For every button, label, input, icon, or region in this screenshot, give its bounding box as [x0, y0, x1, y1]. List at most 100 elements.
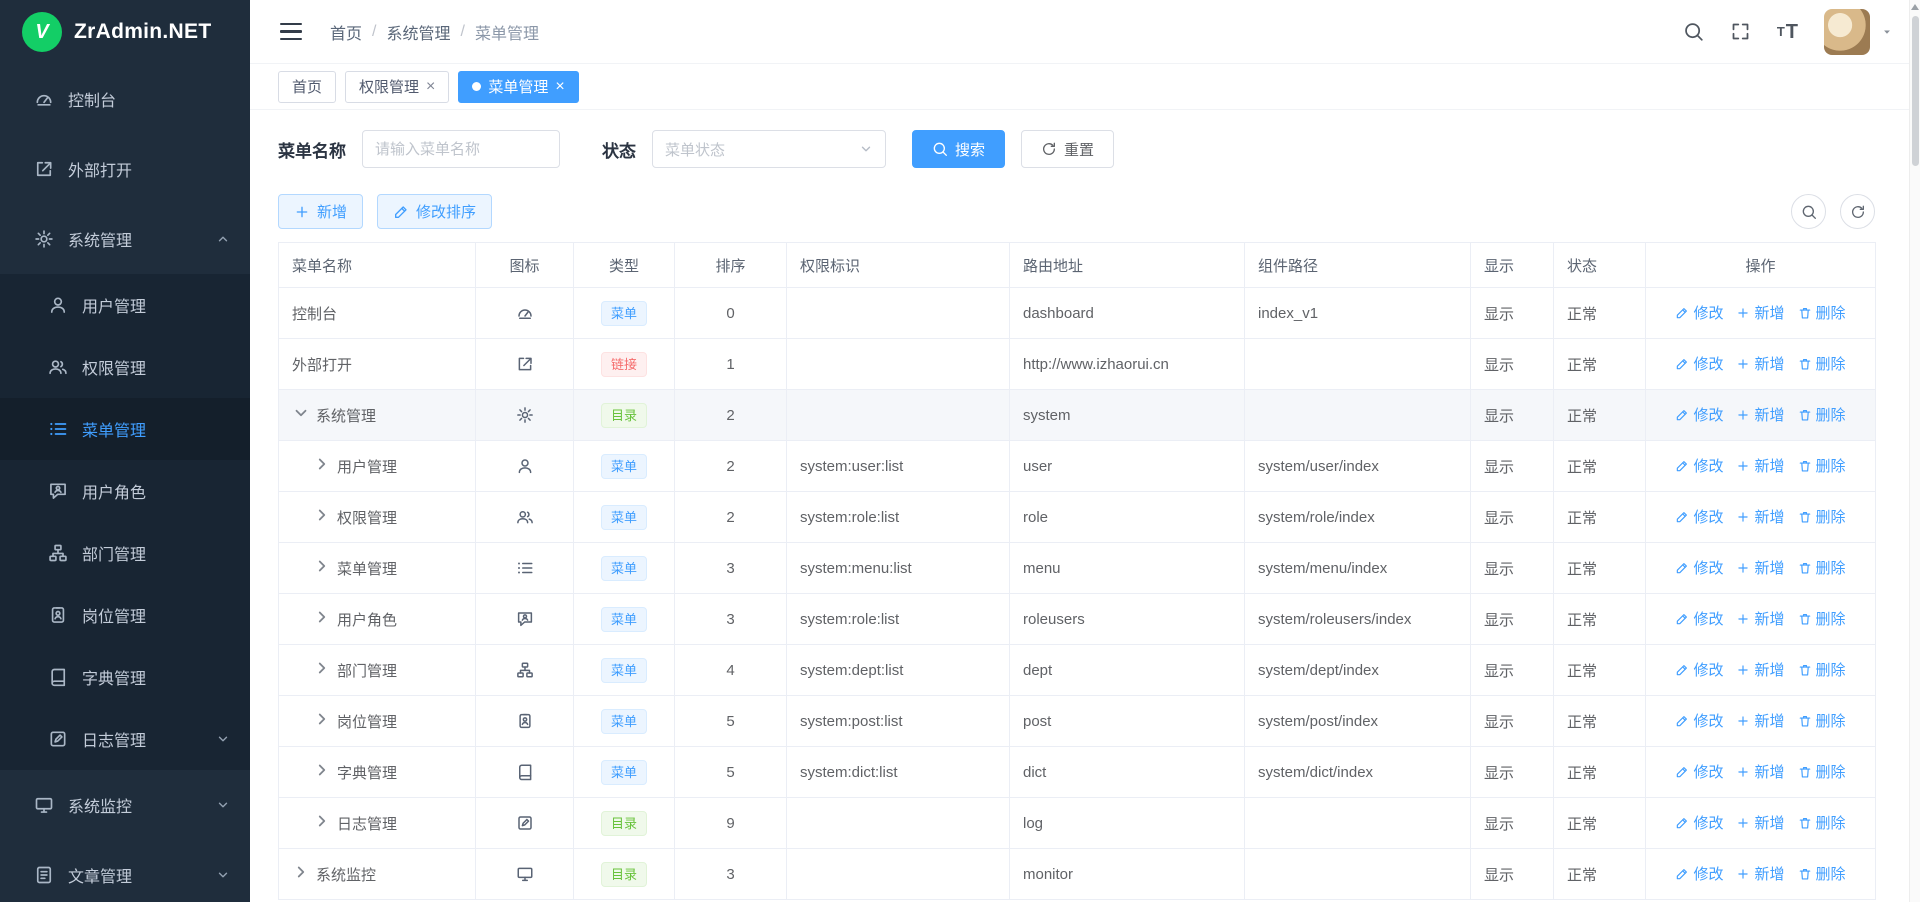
row-edit-link[interactable]: 修改 [1675, 659, 1723, 680]
row-add-link[interactable]: 新增 [1736, 659, 1784, 680]
row-delete-link[interactable]: 删除 [1798, 659, 1846, 680]
table-search-toggle-button[interactable] [1791, 194, 1826, 229]
expand-row-icon[interactable] [313, 659, 331, 677]
row-edit-link[interactable]: 修改 [1675, 812, 1723, 833]
table-refresh-button[interactable] [1840, 194, 1875, 229]
row-delete-link[interactable]: 删除 [1798, 761, 1846, 782]
visible-cell: 显示 [1471, 339, 1554, 390]
sidebar-item-user-roles[interactable]: 用户角色 [0, 460, 250, 522]
fullscreen-button[interactable] [1730, 21, 1751, 42]
row-delete-link[interactable]: 删除 [1798, 710, 1846, 731]
row-edit-link[interactable]: 修改 [1675, 404, 1723, 425]
row-add-link[interactable]: 新增 [1736, 710, 1784, 731]
expand-row-icon[interactable] [313, 608, 331, 626]
table-row: 用户角色 菜单 3 system:role:list roleusers sys… [279, 594, 1876, 645]
row-delete-link[interactable]: 删除 [1798, 863, 1846, 884]
breadcrumb-system[interactable]: 系统管理 [386, 20, 450, 44]
row-edit-link[interactable]: 修改 [1675, 863, 1723, 884]
row-delete-link[interactable]: 删除 [1798, 353, 1846, 374]
sidebar-collapse-button[interactable] [280, 23, 302, 41]
topbar: 首页 / 系统管理 / 菜单管理 TT [250, 0, 1920, 64]
row-add-link[interactable]: 新增 [1736, 761, 1784, 782]
tab-label: 菜单管理 [488, 76, 548, 97]
status-select[interactable]: 菜单状态 [652, 130, 886, 168]
expand-row-icon[interactable] [313, 455, 331, 473]
sidebar-item-logs[interactable]: 日志管理 [0, 708, 250, 770]
sidebar-item-dashboard[interactable]: 控制台 [0, 64, 250, 134]
row-add-link[interactable]: 新增 [1736, 557, 1784, 578]
sidebar-item-menus[interactable]: 菜单管理 [0, 398, 250, 460]
sidebar-item-posts[interactable]: 岗位管理 [0, 584, 250, 646]
collapse-row-icon[interactable] [292, 404, 310, 422]
sidebar-item-dictionary[interactable]: 字典管理 [0, 646, 250, 708]
expand-row-icon[interactable] [313, 812, 331, 830]
type-tag: 菜单 [601, 709, 647, 734]
user-menu-caret[interactable] [1880, 25, 1894, 39]
menu-name: 部门管理 [337, 663, 397, 680]
page-scrollbar[interactable] [1909, 0, 1920, 902]
visible-cell: 显示 [1471, 288, 1554, 339]
sidebar-item-label: 文章管理 [68, 863, 132, 887]
tab-permissions[interactable]: 权限管理× [345, 71, 449, 103]
path-cell: post [1010, 696, 1245, 747]
avatar[interactable] [1824, 9, 1870, 55]
row-delete-link[interactable]: 删除 [1798, 404, 1846, 425]
expand-row-icon[interactable] [313, 506, 331, 524]
close-icon[interactable]: × [426, 79, 435, 95]
scrollbar-thumb[interactable] [1912, 16, 1919, 166]
add-button[interactable]: 新增 [278, 194, 363, 229]
row-add-link[interactable]: 新增 [1736, 455, 1784, 476]
type-tag: 目录 [601, 403, 647, 428]
row-edit-link[interactable]: 修改 [1675, 761, 1723, 782]
menu-name-input[interactable] [362, 130, 560, 168]
type-tag: 菜单 [601, 301, 647, 326]
row-edit-link[interactable]: 修改 [1675, 506, 1723, 527]
edit-sort-button[interactable]: 修改排序 [377, 194, 492, 229]
path-cell: dept [1010, 645, 1245, 696]
row-delete-link[interactable]: 删除 [1798, 302, 1846, 323]
component-cell [1245, 390, 1471, 441]
sidebar-item-label: 部门管理 [82, 541, 146, 565]
col-header: 图标 [476, 243, 574, 288]
font-size-button[interactable]: TT [1777, 22, 1798, 42]
search-button[interactable]: 搜索 [912, 130, 1005, 168]
row-delete-link[interactable]: 删除 [1798, 812, 1846, 833]
row-add-link[interactable]: 新增 [1736, 863, 1784, 884]
row-add-link[interactable]: 新增 [1736, 404, 1784, 425]
sidebar-item-monitor[interactable]: 系统监控 [0, 770, 250, 840]
breadcrumb-home[interactable]: 首页 [330, 20, 362, 44]
tab-menus[interactable]: 菜单管理 × [458, 71, 578, 103]
sidebar-item-articles[interactable]: 文章管理 [0, 840, 250, 902]
sidebar-item-users[interactable]: 用户管理 [0, 274, 250, 336]
row-delete-link[interactable]: 删除 [1798, 557, 1846, 578]
row-delete-link[interactable]: 删除 [1798, 455, 1846, 476]
row-edit-link[interactable]: 修改 [1675, 302, 1723, 323]
type-tag: 菜单 [601, 607, 647, 632]
row-add-link[interactable]: 新增 [1736, 608, 1784, 629]
row-add-link[interactable]: 新增 [1736, 302, 1784, 323]
menu-table: 菜单名称 图标 类型 排序 权限标识 路由地址 组件路径 显示 状态 操作 控制… [278, 242, 1876, 900]
sidebar-item-system[interactable]: 系统管理 [0, 204, 250, 274]
reset-button[interactable]: 重置 [1021, 130, 1114, 168]
row-edit-link[interactable]: 修改 [1675, 608, 1723, 629]
row-add-link[interactable]: 新增 [1736, 812, 1784, 833]
row-edit-link[interactable]: 修改 [1675, 353, 1723, 374]
expand-row-icon[interactable] [292, 863, 310, 881]
sidebar-item-roles[interactable]: 权限管理 [0, 336, 250, 398]
scroll-up-arrow[interactable] [1911, 4, 1919, 10]
row-add-link[interactable]: 新增 [1736, 506, 1784, 527]
row-delete-link[interactable]: 删除 [1798, 506, 1846, 527]
expand-row-icon[interactable] [313, 761, 331, 779]
row-edit-link[interactable]: 修改 [1675, 557, 1723, 578]
row-edit-link[interactable]: 修改 [1675, 710, 1723, 731]
close-icon[interactable]: × [555, 79, 564, 95]
row-add-link[interactable]: 新增 [1736, 353, 1784, 374]
sidebar-item-external[interactable]: 外部打开 [0, 134, 250, 204]
row-delete-link[interactable]: 删除 [1798, 608, 1846, 629]
expand-row-icon[interactable] [313, 557, 331, 575]
sidebar-item-departments[interactable]: 部门管理 [0, 522, 250, 584]
tab-home[interactable]: 首页 [278, 71, 336, 103]
row-edit-link[interactable]: 修改 [1675, 455, 1723, 476]
header-search-button[interactable] [1683, 21, 1704, 42]
expand-row-icon[interactable] [313, 710, 331, 728]
